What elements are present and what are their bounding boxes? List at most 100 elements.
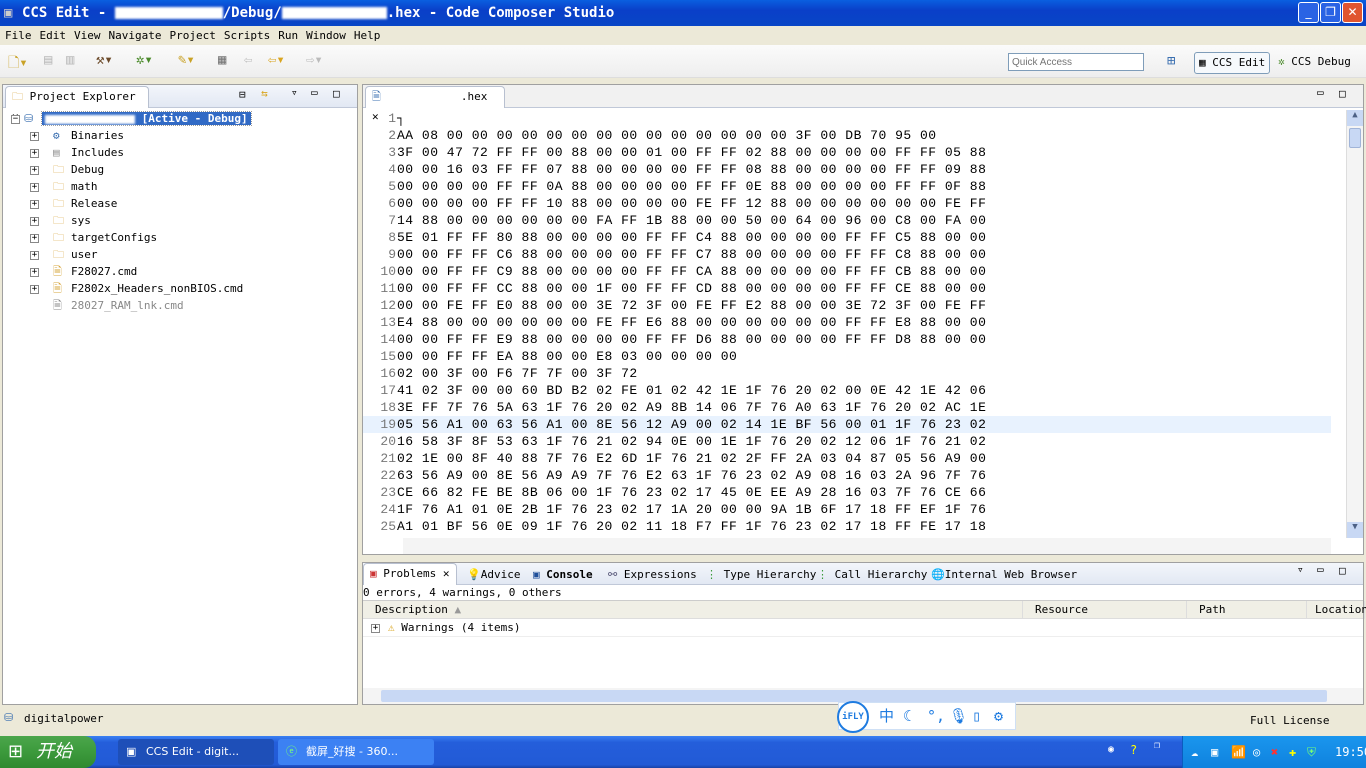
tree-item[interactable]: + ▤ Includes	[30, 144, 124, 161]
app-tray-icon[interactable]: ▣	[1211, 736, 1218, 768]
vertical-scrollbar[interactable]: ▲ ▼	[1346, 110, 1363, 538]
collapse-all-icon[interactable]: ⊟	[239, 88, 246, 101]
problems-row-warnings[interactable]: + ⚠ Warnings (4 items)	[363, 619, 1363, 637]
360-tray-icon[interactable]: ✚	[1289, 736, 1296, 768]
ifly-logo[interactable]: iFLY	[837, 701, 869, 733]
editor-line[interactable]: 16 02 00 3F 00 F6 7F 7F 00 3F 72	[363, 365, 1331, 382]
tree-item[interactable]: + 🗀 math	[30, 178, 98, 195]
editor-line[interactable]: 4 00 00 16 03 FF FF 07 88 00 00 00 00 FF …	[363, 161, 1331, 178]
tree-item[interactable]: + 🗀 Release	[30, 195, 117, 212]
security-shield-icon[interactable]: ⛨	[1307, 736, 1316, 768]
forward-icon[interactable]: ⇨▾	[306, 52, 323, 68]
menu-view[interactable]: View	[74, 26, 101, 45]
editor-line[interactable]: 3 3F 00 47 72 FF FF 00 88 00 00 01 00 FF …	[363, 144, 1331, 161]
editor-line[interactable]: 2 AA 08 00 00 00 00 00 00 00 00 00 00 00 …	[363, 127, 1331, 144]
tab-hex-file[interactable]: 🗎 .hex ✕	[365, 86, 505, 123]
console-view-icon[interactable]: ▦	[218, 52, 226, 68]
editor-line[interactable]: 25 A1 01 BF 56 0E 09 1F 76 20 02 11 18 F7…	[363, 518, 1331, 535]
column-location[interactable]: Location	[1307, 601, 1366, 619]
hex-editor-text[interactable]: 1 ┐ 2 AA 08 00 00 00 00 00 00 00 00 00 00 0…	[363, 110, 1331, 538]
back-icon[interactable]: ⇦▾	[268, 52, 285, 68]
view-menu-icon[interactable]: ▿	[291, 86, 298, 99]
perspective-ccs-edit[interactable]: ▦ CCS Edit	[1194, 52, 1271, 74]
editor-line[interactable]: 24 1F 76 A1 01 0E 2B 1F 76 23 02 17 1A 20…	[363, 501, 1331, 518]
editor-line[interactable]: 6 00 00 00 00 FF FF 10 88 00 00 00 00 FE …	[363, 195, 1331, 212]
wireless-tray-icon[interactable]: 📶	[1231, 736, 1246, 768]
editor-line[interactable]: 5 00 00 00 00 FF FF 0A 88 00 00 00 00 FF …	[363, 178, 1331, 195]
save-icon[interactable]: ▤	[44, 52, 52, 68]
editor-line[interactable]: 15 00 00 FF FF EA 88 00 00 E8 03 00 00 00…	[363, 348, 1331, 365]
debug-bug-icon[interactable]: ✲▾	[136, 52, 153, 68]
tree-item[interactable]: + 🗀 Debug	[30, 161, 104, 178]
close-button[interactable]: ✕	[1342, 2, 1363, 23]
editor-line[interactable]: 7 14 88 00 00 00 00 00 00 FA FF 1B 88 00 …	[363, 212, 1331, 229]
build-hammer-icon[interactable]: ⚒▾	[96, 52, 113, 68]
help-tray-icon[interactable]: ?	[1130, 743, 1137, 757]
tree-item[interactable]: + 🗎 F28027.cmd	[30, 263, 137, 280]
maximize-icon[interactable]: □	[333, 87, 340, 100]
column-path[interactable]: Path	[1187, 601, 1307, 619]
network-error-icon[interactable]: ✖	[1271, 736, 1278, 768]
minimize-icon[interactable]: ▭	[1317, 563, 1324, 576]
tree-item-project[interactable]: − ⛁ [Active - Debug]	[11, 110, 252, 127]
expand-icon[interactable]: +	[30, 233, 39, 243]
scroll-up-icon[interactable]: ▲	[1347, 110, 1363, 126]
tree-item[interactable]: + 🗎 F2802x_Headers_nonBIOS.cmd	[30, 280, 243, 297]
tab-project-explorer[interactable]: 🗀 Project Explorer ✕	[5, 86, 149, 123]
tree-item[interactable]: 🗎 28027_RAM_lnk.cmd	[53, 297, 184, 314]
new-icon[interactable]: 🗋▾	[8, 52, 28, 76]
editor-line[interactable]: 19 05 56 A1 00 63 56 A1 00 8E 56 12 A9 00…	[363, 416, 1331, 433]
tree-item[interactable]: + 🗀 targetConfigs	[30, 229, 157, 246]
clock[interactable]: 19:50	[1335, 736, 1366, 768]
restore-button[interactable]: ❐	[1320, 2, 1341, 23]
half-width-moon-icon[interactable]: ☾	[903, 703, 912, 729]
editor-line[interactable]: 18 3E FF 7F 76 5A 63 1F 76 20 02 A9 8B 14…	[363, 399, 1331, 416]
expand-icon[interactable]: +	[30, 216, 39, 226]
menu-scripts[interactable]: Scripts	[224, 26, 270, 45]
expand-icon[interactable]: +	[30, 284, 39, 294]
network-tray-icon[interactable]: ☁	[1191, 736, 1198, 768]
ime-chinese-mode[interactable]: 中	[879, 703, 894, 729]
microphone-icon[interactable]: 🎙	[949, 703, 968, 729]
tab-expressions[interactable]: ⚯ Expressions	[608, 566, 697, 584]
minimize-icon[interactable]: ▭	[311, 86, 318, 99]
menu-run[interactable]: Run	[278, 26, 298, 45]
flash-icon[interactable]: ✎▾	[178, 52, 195, 68]
expand-icon[interactable]: +	[30, 267, 39, 277]
open-perspective-icon[interactable]: ⊞	[1167, 53, 1175, 69]
editor-line[interactable]: 12 00 00 FE FF E0 88 00 00 3E 72 3F 00 FE…	[363, 297, 1331, 314]
perspective-ccs-debug[interactable]: ✲ CCS Debug	[1274, 52, 1355, 74]
handwriting-icon[interactable]: ▯	[972, 703, 981, 729]
expand-icon[interactable]: +	[30, 131, 39, 141]
expand-icon[interactable]: +	[30, 165, 39, 175]
show-windows-icon[interactable]: ❐	[1154, 740, 1160, 751]
menu-project[interactable]: Project	[169, 26, 215, 45]
editor-line[interactable]: 11 00 00 FF FF CC 88 00 00 1F 00 FF FF CD…	[363, 280, 1331, 297]
horizontal-scrollbar[interactable]	[403, 538, 1331, 554]
minimize-button[interactable]: _	[1298, 2, 1319, 23]
editor-line[interactable]: 10 00 00 FF FF C9 88 00 00 00 00 FF FF CA…	[363, 263, 1331, 280]
editor-line[interactable]: 20 16 58 3F 8F 53 63 1F 76 21 02 94 0E 00…	[363, 433, 1331, 450]
taskbar-item-browser[interactable]: ⓔ 截屏_好搜 - 360...	[278, 739, 434, 765]
maximize-icon[interactable]: □	[1339, 87, 1346, 100]
maximize-icon[interactable]: □	[1339, 564, 1346, 577]
menu-edit[interactable]: Edit	[40, 26, 67, 45]
editor-line[interactable]: 23 CE 66 82 FE BE 8B 06 00 1F 76 23 02 17…	[363, 484, 1331, 501]
column-resource[interactable]: Resource	[1023, 601, 1187, 619]
quick-access-input[interactable]	[1008, 53, 1144, 71]
menu-help[interactable]: Help	[354, 26, 381, 45]
start-button[interactable]: ⊞ 开始	[0, 736, 96, 768]
minimize-icon[interactable]: ▭	[1317, 86, 1324, 99]
menu-file[interactable]: File	[5, 26, 32, 45]
editor-line[interactable]: 14 00 00 FF FF E9 88 00 00 00 00 FF FF D6…	[363, 331, 1331, 348]
tree-item[interactable]: + ⚙ Binaries	[30, 127, 124, 144]
menu-window[interactable]: Window	[306, 26, 346, 45]
scroll-thumb[interactable]	[1349, 128, 1361, 148]
scroll-down-icon[interactable]: ▼	[1347, 522, 1363, 538]
tab-console[interactable]: ▣ Console	[533, 566, 593, 584]
ifly-tray-icon[interactable]: ◉	[1108, 744, 1114, 755]
tab-internal-web-browser[interactable]: 🌐Internal Web Browser	[931, 566, 1077, 584]
editor-line[interactable]: 17 41 02 3F 00 00 60 BD B2 02 FE 01 02 42…	[363, 382, 1331, 399]
settings-gear-icon[interactable]: ⚙	[994, 703, 1003, 729]
editor-line[interactable]: 8 5E 01 FF FF 80 88 00 00 00 00 FF FF C4 …	[363, 229, 1331, 246]
